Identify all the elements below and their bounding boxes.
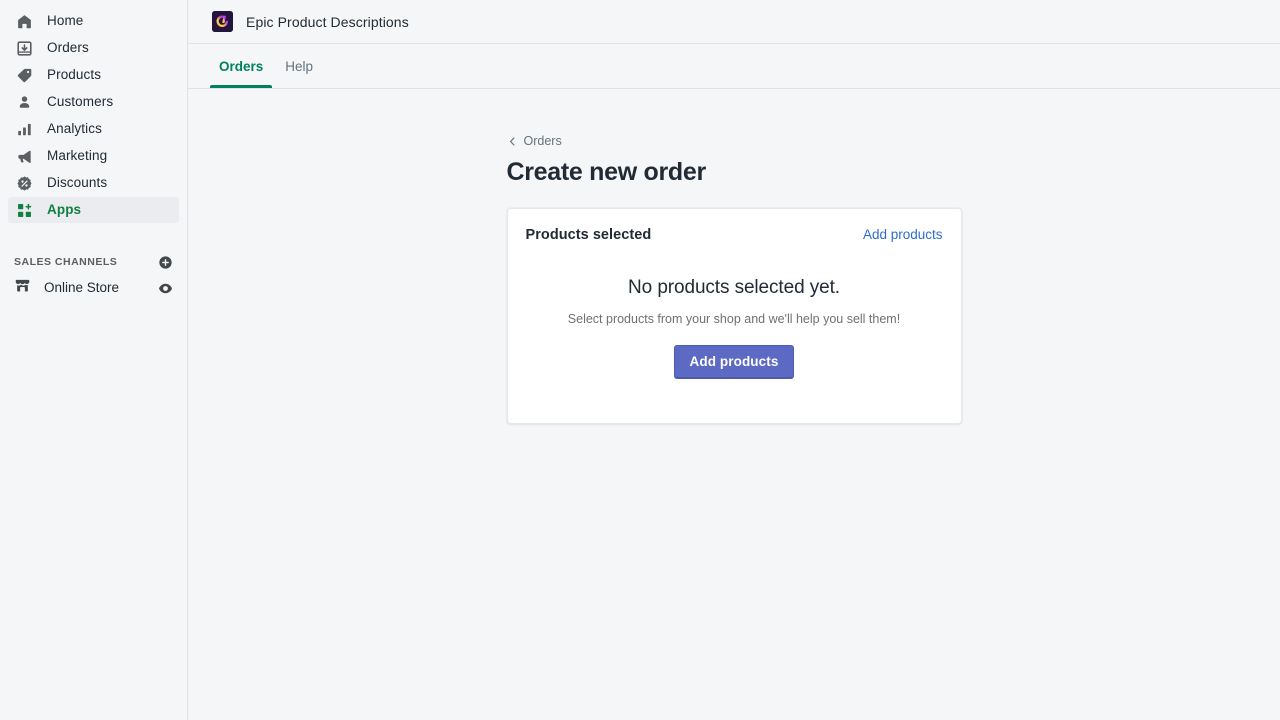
storefront-icon	[14, 277, 31, 299]
add-products-button[interactable]: Add products	[673, 344, 795, 379]
card-title: Products selected	[525, 226, 652, 243]
analytics-icon	[14, 119, 34, 139]
sidebar-item-marketing[interactable]: Marketing	[8, 143, 179, 169]
app-frame: Home Orders Products Customers Analytics…	[0, 0, 1280, 720]
empty-state-title: No products selected yet.	[628, 276, 840, 298]
content-area: Orders Create new order Products selecte…	[188, 89, 1280, 720]
tab-label: Orders	[219, 58, 264, 74]
customers-icon	[14, 92, 34, 112]
sidebar-item-products[interactable]: Products	[8, 62, 179, 88]
products-selected-card: Products selected Add products No produc…	[506, 207, 962, 424]
empty-state-subtitle: Select products from your shop and we'll…	[567, 311, 901, 326]
sidebar-item-orders[interactable]: Orders	[8, 35, 179, 61]
page-title: Create new order	[506, 158, 707, 186]
chevron-left-icon	[507, 136, 518, 147]
sidebar-item-home[interactable]: Home	[8, 8, 179, 34]
products-icon	[14, 65, 34, 85]
sales-channels-title: SALES CHANNELS	[14, 256, 118, 268]
sidebar-item-label: Online Store	[44, 280, 120, 296]
main-region: Epic Product Descriptions Orders Help Or…	[188, 0, 1280, 720]
app-titlebar: Epic Product Descriptions	[188, 0, 1280, 44]
empty-state: No products selected yet. Select product…	[526, 277, 943, 379]
tabbar: Orders Help	[188, 44, 1280, 89]
sidebar-item-label: Orders	[47, 40, 89, 56]
sidebar-item-label: Analytics	[47, 121, 102, 137]
tab-help[interactable]: Help	[274, 44, 324, 88]
epic-product-descriptions-logo-icon	[212, 11, 233, 32]
sidebar-item-discounts[interactable]: Discounts	[8, 170, 179, 196]
sidebar: Home Orders Products Customers Analytics…	[0, 0, 188, 720]
card-header: Products selected Add products	[526, 227, 943, 243]
content-column: Orders Create new order Products selecte…	[506, 89, 962, 720]
add-products-link[interactable]: Add products	[863, 227, 943, 242]
tab-orders[interactable]: Orders	[208, 44, 274, 88]
sidebar-item-label: Apps	[47, 202, 82, 218]
sidebar-item-customers[interactable]: Customers	[8, 89, 179, 115]
home-icon	[14, 11, 34, 31]
tab-label: Help	[285, 58, 314, 74]
sidebar-item-label: Marketing	[47, 148, 108, 164]
sidebar-item-apps[interactable]: Apps	[8, 197, 179, 223]
breadcrumb-label: Orders	[523, 134, 562, 148]
app-title: Epic Product Descriptions	[246, 13, 409, 30]
circle-plus-icon[interactable]	[157, 254, 173, 270]
apps-icon	[14, 200, 34, 220]
eye-icon[interactable]	[157, 280, 173, 296]
sidebar-item-online-store[interactable]: Online Store	[8, 275, 179, 301]
breadcrumb[interactable]: Orders	[507, 133, 962, 149]
sidebar-item-label: Discounts	[47, 175, 108, 191]
sidebar-item-label: Home	[47, 13, 84, 29]
sidebar-item-analytics[interactable]: Analytics	[8, 116, 179, 142]
sidebar-item-label: Products	[47, 67, 102, 83]
sidebar-item-label: Customers	[47, 94, 114, 110]
discounts-icon	[14, 173, 34, 193]
orders-icon	[14, 38, 34, 58]
online-store-left: Online Store	[14, 277, 119, 299]
marketing-icon	[14, 146, 34, 166]
sales-channels-section-header: SALES CHANNELS	[8, 249, 179, 275]
